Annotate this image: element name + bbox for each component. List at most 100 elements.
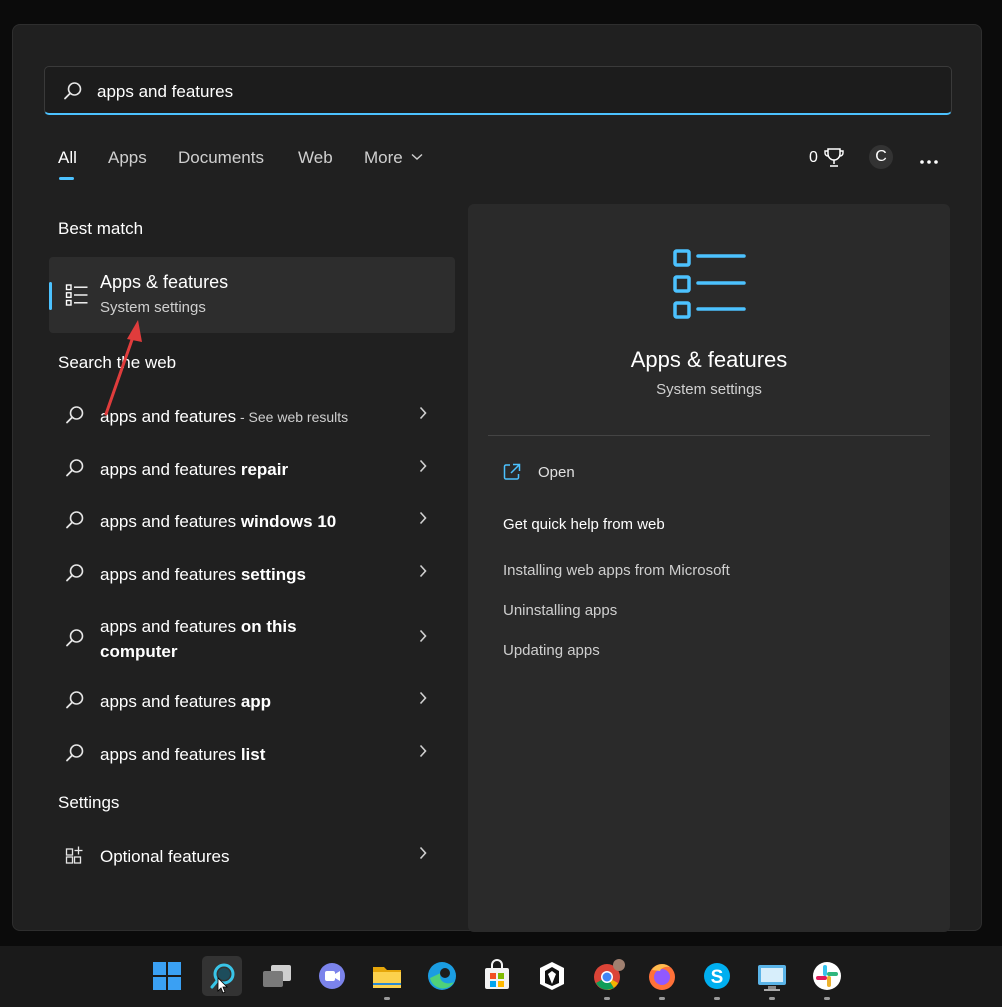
chevron-right-icon	[419, 564, 427, 578]
search-web-heading: Search the web	[58, 353, 177, 372]
query-text: apps and features	[100, 617, 241, 636]
search-icon[interactable]	[202, 956, 242, 996]
edge-icon[interactable]	[422, 956, 462, 996]
chevron-right-icon	[419, 744, 427, 758]
preview-title: Apps & features	[630, 347, 788, 372]
search-icon	[66, 691, 84, 709]
app-icon[interactable]	[532, 956, 572, 996]
divider	[488, 435, 930, 436]
web-result-item[interactable]: apps and features list	[49, 730, 455, 774]
chevron-right-icon	[419, 691, 427, 705]
best-match-heading: Best match	[58, 219, 144, 238]
query-suffix: - See web results	[236, 409, 349, 425]
best-match-subtitle: System settings	[100, 299, 206, 316]
chevron-down-icon	[412, 153, 423, 160]
search-icon	[66, 459, 84, 477]
firefox-icon[interactable]	[642, 956, 682, 1000]
web-result-item[interactable]: apps and features app	[49, 677, 455, 721]
tab-web[interactable]: Web	[298, 148, 333, 168]
tab-all[interactable]: All	[58, 148, 77, 180]
apps-list-large-icon	[673, 249, 746, 319]
web-result-item[interactable]: apps and features repair	[49, 445, 455, 489]
web-result-item[interactable]: apps and features on this computer	[49, 602, 455, 662]
search-icon	[64, 82, 82, 100]
search-icon	[66, 744, 84, 762]
file-explorer-icon[interactable]	[367, 956, 407, 1000]
web-result-label: apps and features repair	[100, 457, 288, 483]
open-label: Open	[538, 464, 575, 481]
slack-icon[interactable]	[807, 956, 847, 1000]
taskbar: S	[0, 946, 1002, 1007]
tab-label: Apps	[108, 148, 147, 167]
skype-icon[interactable]: S	[697, 956, 737, 1000]
settings-item-optional-features[interactable]: Optional features	[49, 832, 455, 876]
web-result-label: apps and features on this computer	[100, 614, 297, 665]
tab-apps[interactable]: Apps	[108, 148, 147, 168]
search-flyout: All Apps Documents Web More 0 C Best mat…	[12, 24, 982, 932]
search-box[interactable]	[44, 66, 952, 115]
teams-chat-icon[interactable]	[312, 956, 352, 996]
tab-label: Documents	[178, 148, 264, 167]
settings-heading: Settings	[58, 793, 120, 812]
apps-list-icon	[65, 284, 88, 306]
tab-label: All	[58, 148, 77, 167]
microsoft-store-icon[interactable]	[477, 956, 517, 996]
tab-label: Web	[298, 148, 333, 167]
svg-text:S: S	[711, 967, 724, 988]
windows-start-icon[interactable]	[147, 956, 187, 996]
settings-item-label: Optional features	[100, 847, 230, 866]
query-suggestion: app	[240, 692, 272, 711]
chrome-icon[interactable]	[587, 956, 627, 1000]
search-icon	[66, 564, 84, 582]
help-link[interactable]: Updating apps	[503, 642, 600, 659]
more-options-button[interactable]	[919, 152, 939, 170]
help-link[interactable]: Installing web apps from Microsoft	[503, 562, 730, 579]
quick-help-heading: Get quick help from web	[503, 516, 665, 533]
chevron-right-icon	[419, 629, 427, 643]
avatar[interactable]: C	[869, 145, 893, 169]
web-result-label: apps and features - See web results	[100, 404, 348, 430]
trophy-icon	[824, 148, 844, 167]
tab-active-indicator	[59, 177, 74, 180]
chevron-right-icon	[419, 846, 427, 860]
query-text: apps and features	[100, 692, 241, 711]
web-result-label: apps and features windows 10	[100, 509, 336, 535]
query-suggestion: repair	[240, 460, 289, 479]
query-text: apps and features	[100, 745, 241, 764]
web-result-item[interactable]: apps and features - See web results	[49, 392, 455, 436]
preview-pane: Apps & features System settings Open Get…	[468, 204, 950, 932]
selection-indicator	[49, 282, 52, 310]
query-text: apps and features	[100, 512, 241, 531]
query-text: apps and features	[100, 565, 241, 584]
query-suggestion: list	[240, 745, 266, 764]
query-suggestion: settings	[240, 565, 307, 584]
chevron-right-icon	[419, 459, 427, 473]
open-external-icon	[503, 463, 521, 480]
web-result-label: apps and features app	[100, 689, 271, 715]
search-input[interactable]	[95, 77, 919, 107]
avatar-initial: C	[875, 148, 887, 165]
query-suggestion: on this	[240, 617, 297, 636]
tab-more[interactable]: More	[364, 148, 423, 168]
chevron-right-icon	[419, 406, 427, 420]
preview-subtitle: System settings	[656, 381, 762, 398]
best-match-item[interactable]: Apps & features System settings	[49, 257, 455, 333]
tab-label: More	[364, 148, 403, 167]
web-result-label: apps and features list	[100, 742, 265, 768]
search-icon	[66, 629, 84, 647]
search-icon	[66, 406, 84, 424]
rewards-count: 0	[809, 149, 818, 166]
remote-desktop-icon[interactable]	[752, 956, 792, 1000]
web-result-item[interactable]: apps and features settings	[49, 550, 455, 594]
search-icon	[66, 511, 84, 529]
query-suggestion: computer	[100, 642, 178, 661]
query-suggestion: windows 10	[240, 512, 337, 531]
help-link[interactable]: Uninstalling apps	[503, 602, 617, 619]
optional-features-icon	[65, 846, 83, 864]
task-view-icon[interactable]	[257, 956, 297, 996]
ellipsis-icon	[920, 160, 938, 164]
query-text: apps and features	[100, 460, 241, 479]
web-result-item[interactable]: apps and features windows 10	[49, 497, 455, 541]
tab-documents[interactable]: Documents	[178, 148, 264, 168]
best-match-title: Apps & features	[100, 272, 229, 292]
